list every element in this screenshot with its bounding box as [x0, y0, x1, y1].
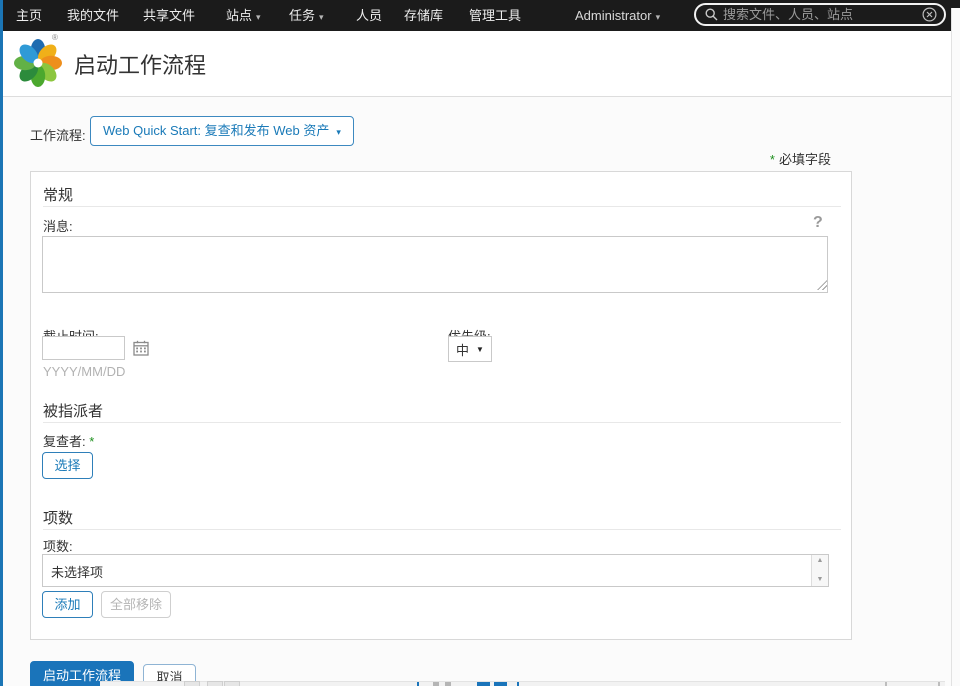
page-title: 启动工作流程 — [74, 53, 207, 78]
page-header: ® 启动工作流程 — [3, 31, 952, 97]
message-label: 消息: — [43, 219, 73, 234]
nav-item-admin-tools[interactable]: 管理工具 — [469, 0, 521, 31]
section-items: 项数 — [43, 510, 74, 527]
workflow-type-value: Web Quick Start: 复查和发布 Web 资产 — [103, 123, 330, 138]
search-box — [694, 3, 946, 26]
select-reviewers-button[interactable]: 选择 — [42, 452, 93, 479]
scrollbar-track[interactable] — [951, 8, 960, 686]
date-format-hint: YYYY/MM/DD — [43, 364, 126, 379]
selected-items-box: 未选择项 ▲ ▼ — [42, 554, 829, 587]
workflow-form-panel: 常规 消息: ? 截止时间: YYYY/MM — [30, 171, 852, 640]
nav-item-repository[interactable]: 存储库 — [404, 0, 443, 31]
caret-down-icon: ▾ — [319, 12, 324, 22]
nav-item-shared-files[interactable]: 共享文件 — [143, 0, 195, 31]
cutoff-fragment — [184, 681, 200, 686]
user-menu-label: Administrator — [575, 8, 652, 23]
nav-item-label: 站点 — [226, 8, 253, 23]
left-edge-accent — [0, 0, 3, 686]
priority-value: 中 — [456, 342, 470, 358]
top-navbar: 主页 我的文件 共享文件 站点 ▾ 任务 ▾ 人员 存储库 管理工具 Adminis… — [0, 0, 960, 31]
required-fields-note: * 必填字段 — [770, 149, 831, 168]
required-star: * — [769, 152, 775, 167]
section-divider — [43, 529, 841, 530]
reviewers-label-text: 复查者: — [43, 434, 86, 449]
calendar-icon[interactable] — [133, 340, 149, 356]
required-note-text: 必填字段 — [778, 152, 831, 167]
workflow-label: 工作流程: — [30, 128, 86, 143]
registered-mark: ® — [52, 33, 58, 42]
cutoff-fragment — [938, 682, 940, 686]
search-input[interactable] — [719, 7, 922, 22]
remove-all-button[interactable]: 全部移除 — [101, 591, 171, 618]
clear-search-icon[interactable] — [922, 7, 937, 22]
no-items-text: 未选择项 — [51, 565, 104, 580]
section-assignees: 被指派者 — [43, 403, 104, 420]
start-workflow-page: 主页 我的文件 共享文件 站点 ▾ 任务 ▾ 人员 存储库 管理工具 Adminis… — [0, 0, 960, 686]
nav-item-tasks[interactable]: 任务 ▾ — [289, 0, 324, 31]
nav-item-label: 任务 — [289, 8, 316, 23]
due-date-input[interactable] — [42, 336, 125, 360]
required-star: * — [89, 434, 95, 449]
workflow-type-dropdown[interactable]: Web Quick Start: 复查和发布 Web 资产 ▾ — [90, 116, 354, 146]
scroll-up-icon[interactable]: ▲ — [812, 555, 828, 567]
scroll-down-icon[interactable]: ▼ — [812, 574, 828, 586]
user-menu[interactable]: Administrator ▾ — [575, 0, 660, 31]
cutoff-fragment — [433, 682, 439, 686]
priority-select[interactable]: 中 ▼ — [448, 336, 492, 362]
section-divider — [43, 206, 841, 207]
cutoff-bottom-bar — [100, 681, 945, 686]
alfresco-logo — [14, 39, 62, 87]
cutoff-fragment — [885, 682, 887, 686]
nav-item-sites[interactable]: 站点 ▾ — [226, 0, 261, 31]
items-scrollbar[interactable]: ▲ ▼ — [811, 555, 828, 586]
cutoff-fragment — [494, 682, 507, 686]
search-icon — [704, 7, 719, 22]
cutoff-fragment — [207, 681, 223, 686]
add-items-button[interactable]: 添加 — [42, 591, 93, 618]
caret-down-icon: ▾ — [336, 127, 341, 137]
nav-item-home[interactable]: 主页 — [16, 0, 42, 31]
items-label: 项数: — [43, 539, 73, 554]
nav-item-people[interactable]: 人员 — [356, 0, 382, 31]
caret-down-icon: ▼ — [476, 344, 484, 354]
cutoff-fragment — [445, 682, 451, 686]
section-divider — [43, 422, 841, 423]
reviewers-label: 复查者: * — [43, 431, 98, 450]
section-general: 常规 — [43, 187, 74, 204]
message-textarea[interactable] — [42, 236, 828, 293]
cutoff-fragment — [517, 682, 519, 686]
help-icon[interactable]: ? — [813, 214, 823, 232]
caret-down-icon: ▾ — [256, 12, 261, 22]
caret-down-icon: ▾ — [655, 12, 661, 22]
content-area: 工作流程: Web Quick Start: 复查和发布 Web 资产 ▾ * 必填… — [3, 97, 952, 686]
cutoff-fragment — [224, 681, 240, 686]
nav-item-my-files[interactable]: 我的文件 — [67, 0, 119, 31]
cutoff-fragment — [417, 682, 419, 686]
cutoff-fragment — [477, 682, 490, 686]
